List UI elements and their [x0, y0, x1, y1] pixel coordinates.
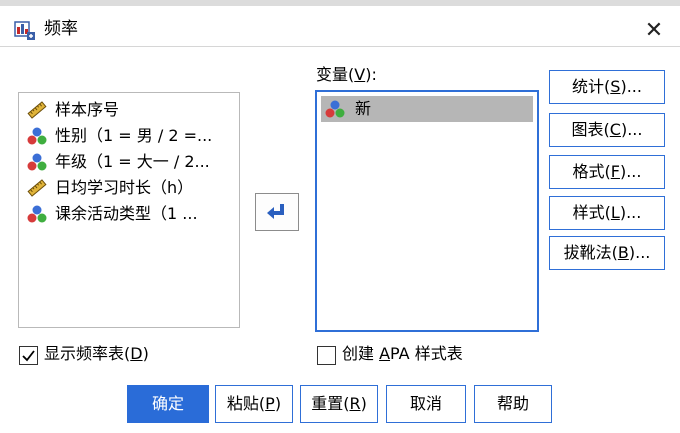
- title-bar: 频率 ✕: [0, 6, 680, 46]
- window-title: 频率: [44, 19, 78, 39]
- source-variable-list[interactable]: 样本序号 性别（1 = 男 / 2 =... 年级（1 = 大一 / 2... …: [18, 92, 240, 328]
- ok-button[interactable]: 确定: [127, 385, 209, 423]
- target-item-new[interactable]: 新: [321, 96, 533, 122]
- source-item-label: 样本序号: [55, 100, 120, 119]
- arrow-left-return-icon: [267, 204, 284, 219]
- ruler-icon: [27, 179, 47, 197]
- nominal-icon: [27, 205, 47, 223]
- bootstrap-button[interactable]: 拔靴法(B)...: [549, 236, 665, 270]
- target-variable-list[interactable]: 新: [315, 90, 539, 332]
- nominal-icon: [27, 127, 47, 145]
- style-button[interactable]: 样式(L)...: [549, 196, 665, 230]
- create-apa-table-label[interactable]: 创建 APA 样式表: [342, 344, 463, 364]
- help-button[interactable]: 帮助: [474, 385, 552, 423]
- frequencies-app-icon: [14, 21, 35, 40]
- close-icon[interactable]: ✕: [640, 18, 668, 46]
- source-item-label: 课余活动类型（1 ...: [55, 204, 198, 223]
- source-item-gender[interactable]: 性别（1 = 男 / 2 =...: [25, 123, 235, 149]
- show-frequency-table-label[interactable]: 显示频率表(D): [44, 344, 149, 364]
- source-item-label: 年级（1 = 大一 / 2...: [55, 152, 210, 171]
- source-item-sample-id[interactable]: 样本序号: [25, 97, 235, 123]
- paste-button[interactable]: 粘贴(P): [215, 385, 293, 423]
- source-item-label: 日均学习时长（h）: [55, 178, 194, 197]
- source-item-label: 性别（1 = 男 / 2 =...: [55, 126, 213, 145]
- reset-button[interactable]: 重置(R): [300, 385, 378, 423]
- charts-button[interactable]: 图表(C)...: [549, 113, 665, 147]
- nominal-icon: [325, 100, 345, 118]
- move-variable-button[interactable]: [255, 193, 299, 231]
- show-frequency-table-checkbox[interactable]: [19, 346, 38, 365]
- create-apa-table-checkbox[interactable]: [317, 346, 336, 365]
- source-item-activity-type[interactable]: 课余活动类型（1 ...: [25, 201, 235, 227]
- statistics-button[interactable]: 统计(S)...: [549, 70, 665, 104]
- format-button[interactable]: 格式(F)...: [549, 155, 665, 189]
- nominal-icon: [27, 153, 47, 171]
- ruler-icon: [27, 101, 47, 119]
- variables-label: 变量(V):: [316, 65, 377, 84]
- target-item-label: 新: [355, 99, 372, 118]
- checkmark-icon: [22, 350, 35, 362]
- cancel-button[interactable]: 取消: [386, 385, 466, 423]
- source-item-study-hours[interactable]: 日均学习时长（h）: [25, 175, 235, 201]
- source-item-grade[interactable]: 年级（1 = 大一 / 2...: [25, 149, 235, 175]
